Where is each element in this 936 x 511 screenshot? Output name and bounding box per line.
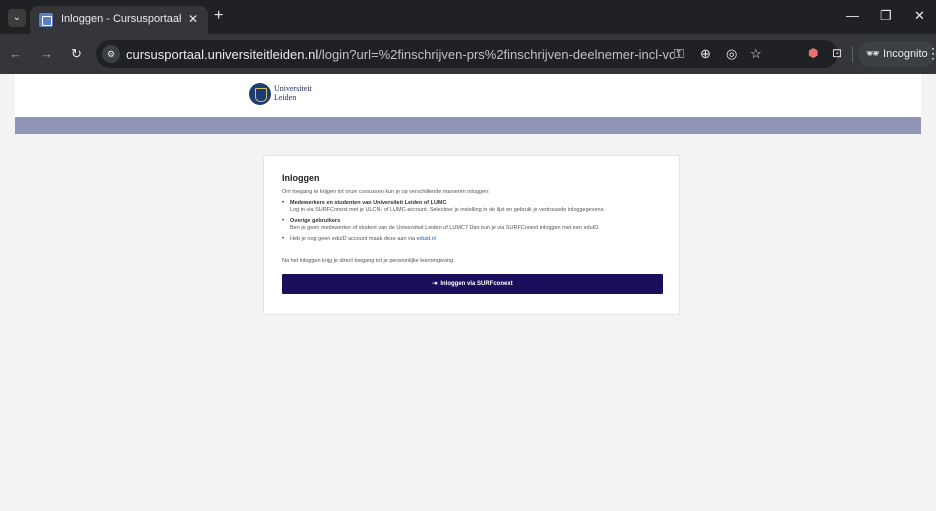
url-text[interactable]: cursusportaal.universiteitleiden.nl/logi… [126, 47, 674, 62]
zoom-icon[interactable]: ⊕ [700, 46, 711, 62]
forward-arrow-icon[interactable]: → [40, 46, 53, 61]
university-seal-icon [249, 83, 271, 105]
logo-text: Universiteit Leiden [274, 84, 312, 102]
login-card: Inloggen Om toegang te krijgen tot onze … [263, 155, 680, 315]
url-host: cursusportaal.universiteitleiden.nl [126, 47, 319, 62]
list-item-text: Log in via SURFConext met je ULCN- of LU… [290, 207, 605, 213]
tab-title: Inloggen - Cursusportaal [61, 13, 182, 25]
site-header: Universiteit Leiden [15, 74, 921, 117]
browser-tab[interactable]: Inloggen - Cursusportaal ✕ [30, 6, 208, 34]
reload-icon[interactable]: ↻ [71, 46, 82, 62]
logo-line2: Leiden [274, 93, 297, 102]
window-close-icon[interactable]: ✕ [914, 8, 925, 24]
list-item: Overige gebruikers Ben je geen medewerke… [282, 218, 667, 232]
incognito-icon: 🕶 [866, 48, 884, 60]
extensions-puzzle-icon[interactable]: ⊡ [832, 46, 842, 60]
incognito-label: Incognito [883, 48, 928, 60]
login-options-list: Medewerkers en studenten van Universitei… [282, 200, 667, 247]
toolbar-divider [852, 46, 853, 62]
key-icon[interactable]: ⚿ [674, 46, 684, 62]
tab-close-icon[interactable]: ✕ [188, 12, 198, 26]
eduid-text: Heb je nog geen eduID account maak deze … [290, 236, 416, 242]
extension-shield-icon[interactable]: ⬢ [808, 46, 818, 60]
list-item-text: Heb je nog geen eduID account maak deze … [290, 236, 667, 243]
list-item-title: Medewerkers en studenten van Universitei… [290, 200, 447, 206]
new-tab-icon[interactable]: + [214, 7, 223, 25]
login-intro: Om toegang te krijgen tot onze cursussen… [282, 189, 490, 195]
incognito-badge[interactable]: 🕶 Incognito [858, 41, 936, 67]
browser-titlebar: ⌄ Inloggen - Cursusportaal ✕ + — ❐ ✕ [0, 0, 936, 34]
site-favicon-icon [39, 13, 53, 27]
login-outro: Na het inloggen krijg je direct toegang … [282, 258, 455, 264]
list-item: Medewerkers en studenten van Universitei… [282, 200, 667, 214]
restore-icon[interactable]: ❐ [880, 8, 892, 24]
browser-menu-icon[interactable]: ⋮ [926, 45, 936, 62]
logo-line1: Universiteit [274, 84, 312, 93]
bookmark-star-icon[interactable]: ☆ [750, 46, 762, 62]
site-info-icon[interactable]: ⚙ [102, 45, 120, 63]
list-item-text: Ben je geen medewerker of student van de… [290, 225, 600, 231]
eye-off-icon[interactable]: ◎ [726, 46, 737, 62]
list-item-title: Overige gebruikers [290, 218, 341, 224]
login-title: Inloggen [282, 173, 320, 183]
back-arrow-icon[interactable]: ← [9, 46, 22, 61]
university-logo[interactable]: Universiteit Leiden [249, 82, 359, 108]
browser-toolbar: ← → ↻ ⚙ cursusportaal.universiteitleiden… [0, 34, 936, 74]
address-bar[interactable]: ⚙ cursusportaal.universiteitleiden.nl/lo… [96, 40, 838, 68]
login-surfconext-button[interactable]: ⇥ Inloggen via SURFconext [282, 274, 663, 294]
tab-search-button[interactable]: ⌄ [8, 9, 26, 27]
url-path: /login?url=%2finschrijven-prs%2finschrij… [318, 47, 674, 62]
navigation-bar [15, 117, 921, 134]
login-arrow-icon: ⇥ [432, 281, 438, 287]
minimize-icon[interactable]: — [846, 8, 859, 23]
list-item: Heb je nog geen eduID account maak deze … [282, 236, 667, 243]
eduid-link[interactable]: eduid.nl [417, 236, 436, 242]
login-button-label: Inloggen via SURFconext [440, 281, 513, 287]
